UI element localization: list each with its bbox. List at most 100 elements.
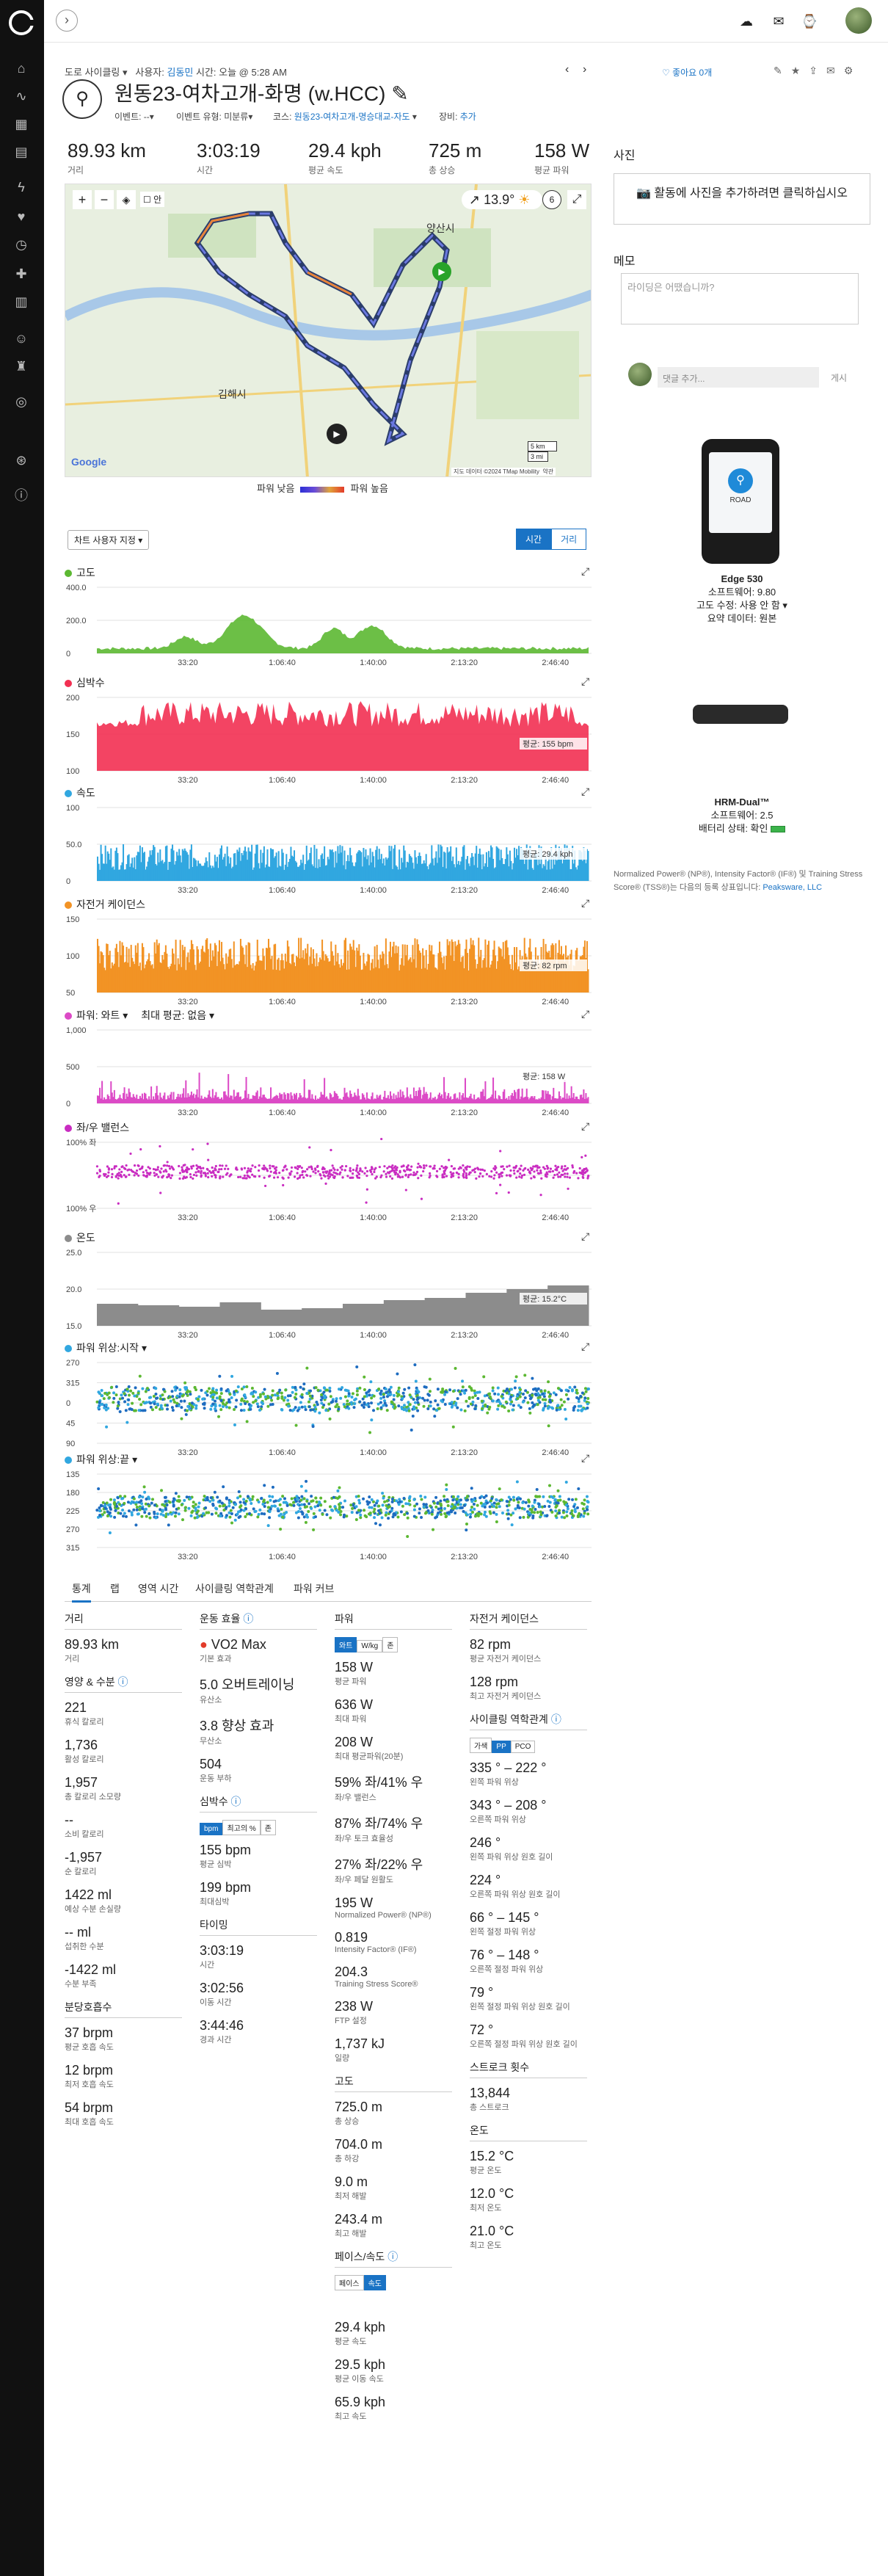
hr-unit-bpm[interactable]: bpm (200, 1823, 223, 1835)
elevation-correction-dropdown[interactable]: 고도 수정: 사용 안 함 ▾ (696, 600, 787, 611)
tab-power-curve[interactable]: 파워 커브 (294, 1581, 334, 1596)
chart-title-speed[interactable]: 속도 (65, 786, 95, 800)
action-icons[interactable]: ✎★⇪✉⚙ (774, 65, 862, 77)
heart-icon[interactable]: ♥ (12, 207, 31, 226)
chart-ppe[interactable]: 135 180 225 270 315 33:20 1:06:40 1:40:00 2:13:2… (65, 1468, 592, 1564)
chart-power[interactable]: 1,000 500 0 33:20 1:06:40 1:40:00 2:13:20 2:46:… (65, 1024, 592, 1120)
report-icon[interactable]: ▤ (12, 142, 31, 162)
expand-chart-icon[interactable]: ⤢ (581, 1340, 589, 1353)
dyn-tab-pco[interactable]: PCO (510, 1741, 536, 1753)
watch-icon[interactable]: ⌚ (800, 12, 819, 31)
info-icon[interactable]: ⓘ (12, 486, 31, 505)
inbox-icon[interactable]: ✉ (769, 12, 788, 31)
expand-chart-icon[interactable]: ⤢ (581, 565, 589, 578)
power-unit-zone[interactable]: 존 (382, 1637, 398, 1652)
zoom-in-icon[interactable]: + (73, 190, 92, 209)
chart-title-ppe[interactable]: 파워 위상:끝 ▾ (65, 1452, 137, 1467)
timer-icon[interactable]: ◷ (12, 235, 31, 254)
power-unit-wkg[interactable]: W/kg (357, 1640, 383, 1652)
peaksware-link[interactable]: Peaksware, LLC (763, 883, 822, 892)
max-avg-dropdown[interactable]: 최대 평균: 없음 ▾ (141, 1009, 214, 1021)
tab-laps[interactable]: 랩 (110, 1581, 120, 1596)
expand-nav-button[interactable]: › (56, 10, 78, 32)
expand-chart-icon[interactable]: ⤢ (581, 675, 589, 688)
avatar[interactable] (845, 7, 872, 34)
fullscreen-icon[interactable]: ⤢ (567, 190, 586, 209)
expand-chart-icon[interactable]: ⤢ (581, 786, 589, 798)
y-tick-label: 150 (66, 730, 79, 739)
power-unit-watts[interactable]: 와트 (335, 1637, 357, 1652)
tab-dynamics[interactable]: 사이클링 역학관계 (195, 1581, 274, 1596)
chart-title-hr[interactable]: 심박수 (65, 675, 105, 690)
expand-chart-icon[interactable]: ⤢ (581, 1230, 589, 1243)
calendar-icon[interactable]: ▦ (12, 115, 31, 134)
group-icon[interactable]: ☺ (12, 329, 31, 348)
like-button[interactable]: ♡ 좋아요 0개 (662, 66, 712, 79)
course-info[interactable]: 코스: 원동23-여차고개-명승대교-자도 ▾ (273, 110, 417, 123)
prev-activity-icon[interactable]: ‹ (565, 63, 569, 76)
page-title[interactable]: 원동23-여차고개-화명 (w.HCC) ✎ (114, 78, 409, 107)
health-icon[interactable]: ✚ (12, 264, 31, 283)
hr-unit-percent[interactable]: 최고의 % (222, 1820, 261, 1835)
expand-chart-icon[interactable]: ⤢ (581, 897, 589, 910)
expand-chart-icon[interactable]: ⤢ (581, 1452, 589, 1465)
chart-customize-dropdown[interactable]: 차트 사용자 지정 ▾ (68, 530, 150, 550)
route-map[interactable]: ▶ ▶ + − ◈ ☐ 안 ↗ 13.9° ☀ 6 ⤢ 양산시 김해시 Goog… (65, 184, 592, 477)
distance-toggle[interactable]: 거리 (551, 529, 587, 550)
bike-icon: ⚲ (62, 79, 102, 119)
chart-title-cad[interactable]: 자전거 케이던스 (65, 897, 145, 912)
chart-speed[interactable]: 100 50.0 0 33:20 1:06:40 1:40:00 2:13:20 2:46:4… (65, 802, 592, 897)
badge-icon[interactable]: ⊛ (12, 451, 31, 470)
home-icon[interactable]: ⌂ (12, 59, 31, 78)
chart-title-power[interactable]: 파워: 와트 ▾ 최대 평균: 없음 ▾ (65, 1008, 214, 1023)
hr-unit-zone[interactable]: 존 (260, 1820, 276, 1835)
chart-title-pps[interactable]: 파워 위상:시작 ▾ (65, 1340, 147, 1355)
activity-type[interactable]: 도로 사이클링 (65, 67, 120, 78)
x-axis-toggle[interactable]: 시간 거리 (516, 529, 587, 550)
chart-title-bal[interactable]: 좌/우 밸런스 (65, 1120, 129, 1135)
time-toggle[interactable]: 시간 (516, 529, 552, 550)
chart-bal[interactable]: 100% 좌 100% 우 33:20 1:06:40 1:40:00 2:13:20 2:… (65, 1136, 592, 1224)
speed-toggle[interactable]: 속도 (363, 2275, 387, 2290)
layer-toggle[interactable]: ☐ 안 (140, 192, 165, 207)
chart-cad[interactable]: 150 100 50 33:20 1:06:40 1:40:00 2:13:20 2:46:4… (65, 913, 592, 1009)
zoom-out-icon[interactable]: − (95, 190, 114, 209)
stat-value: 79 ° (470, 1985, 494, 2000)
chart-temp[interactable]: 25.0 20.0 15.0 33:20 1:06:40 1:40:00 2:13:20 2:… (65, 1247, 592, 1342)
dyn-tab-pp[interactable]: PP (492, 1741, 511, 1753)
start-marker-icon[interactable]: ▶ (432, 262, 451, 281)
expand-chart-icon[interactable]: ⤢ (581, 1008, 589, 1020)
tab-stats[interactable]: 통계 (72, 1581, 91, 1603)
chart-elev[interactable]: 400.0 200.0 0 33:20 1:06:40 1:40:00 2:13:20 2:4… (65, 581, 592, 670)
tab-zones[interactable]: 영역 시간 (138, 1581, 178, 1596)
comment-input[interactable]: 댓글 추가... (658, 367, 819, 388)
upload-icon[interactable]: ☁ (737, 12, 756, 31)
stat-value: 246 ° (470, 1835, 501, 1850)
stat-label: 이동 시간 (200, 1998, 232, 2007)
stat-label: 최고 온도 (470, 2241, 502, 2250)
trophy-icon[interactable]: ♜ (12, 357, 31, 376)
event-dropdown[interactable]: 이벤트: --▾ (114, 110, 154, 123)
dyn-tab-balance[interactable]: 가색 (470, 1738, 492, 1753)
chart-title-elev[interactable]: 고도 (65, 565, 95, 580)
memo-textarea[interactable]: 라이딩은 어땠습니까? (621, 273, 859, 324)
chart-icon[interactable]: ▥ (12, 292, 31, 311)
gear-info[interactable]: 장비: 추가 (439, 110, 476, 123)
garmin-logo-icon[interactable] (9, 10, 35, 35)
play-route-icon[interactable]: ▶ (327, 424, 347, 444)
post-button[interactable]: 게시 (831, 371, 847, 384)
target-icon[interactable]: ◎ (12, 392, 31, 411)
event-type-dropdown[interactable]: 이벤트 유형: 미분류▾ (176, 110, 252, 123)
add-photo-button[interactable]: 📷 활동에 사진을 추가하려면 클릭하십시오 (614, 173, 870, 225)
layers-icon[interactable]: ◈ (117, 190, 136, 209)
chart-title-temp[interactable]: 온도 (65, 1230, 95, 1245)
activity-icon[interactable]: ∿ (12, 87, 31, 106)
chart-pps[interactable]: 270 315 0 45 90 33:20 1:06:40 1:40:00 2:13:20 2:4… (65, 1357, 592, 1459)
user-link[interactable]: 김동민 (167, 67, 193, 78)
section-heading: 분당호흡수 (65, 2000, 182, 2018)
pace-toggle[interactable]: 페이스 (335, 2275, 364, 2290)
lightning-icon[interactable]: ϟ (12, 178, 31, 197)
next-activity-icon[interactable]: › (583, 63, 586, 76)
expand-chart-icon[interactable]: ⤢ (581, 1120, 589, 1133)
chart-hr[interactable]: 200 150 100 33:20 1:06:40 1:40:00 2:13:20 2:46:… (65, 692, 592, 787)
